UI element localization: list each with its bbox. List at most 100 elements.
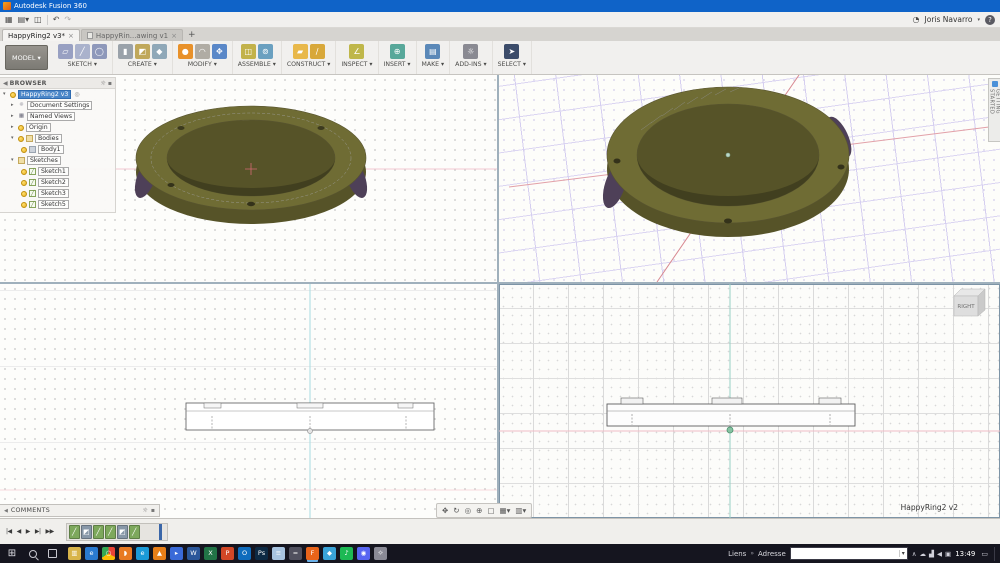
gear-icon[interactable]: ☼ <box>143 507 148 514</box>
visibility-bulb-icon[interactable] <box>21 201 27 208</box>
show-desktop-button[interactable] <box>994 546 997 561</box>
tray-chevron-up-icon[interactable]: ∧ <box>912 550 917 558</box>
file-menu-icon[interactable]: ▤▾ <box>18 15 30 24</box>
step-forward-button[interactable]: ▶| <box>33 528 43 535</box>
ribbon-group-label[interactable]: MAKE ▾ <box>422 61 445 68</box>
line-tool-icon[interactable]: ╱ <box>74 44 90 59</box>
joint-icon[interactable]: ⊚ <box>257 44 273 59</box>
orbit-icon[interactable]: ↻ <box>451 506 461 515</box>
input-indicator-icon[interactable]: ▣ <box>945 550 951 558</box>
task-view-icon[interactable] <box>48 549 57 558</box>
visibility-bulb-icon[interactable] <box>21 179 27 186</box>
ribbon-group-label[interactable]: CREATE ▾ <box>128 61 157 68</box>
spotify-icon[interactable]: ♪ <box>340 547 353 560</box>
ribbon-group-label[interactable]: INSERT ▾ <box>384 61 411 68</box>
viewport-bottom-left[interactable] <box>0 284 497 518</box>
links-chevron-icon[interactable]: » <box>750 550 754 557</box>
workspace-selector[interactable]: MODEL ▾ <box>5 45 48 70</box>
internet-explorer-icon[interactable]: e <box>85 547 98 560</box>
timeline-track[interactable]: ╱ ◩ ╱ ╱ ◩ ╱ <box>65 522 168 541</box>
browser-item-body1[interactable]: Body1 <box>0 144 115 155</box>
browser-item-origin[interactable]: ▸ Origin <box>0 122 115 133</box>
fit-icon[interactable]: ▢ <box>485 506 496 515</box>
expand-arrow-icon[interactable]: ▾ <box>11 158 16 163</box>
close-tab-icon[interactable]: × <box>68 32 74 40</box>
fusion360-icon[interactable]: F <box>306 547 319 560</box>
save-icon[interactable]: ◫ <box>34 15 42 24</box>
look-at-icon[interactable]: ◎ <box>463 506 474 515</box>
pin-icon[interactable]: ▪ <box>108 80 112 87</box>
viewport-vertical-divider[interactable] <box>497 75 499 518</box>
browser-item-named-views[interactable]: ▸ ▦ Named Views <box>0 111 115 122</box>
onedrive-icon[interactable]: ☁ <box>920 550 927 558</box>
viewport-bottom-right[interactable]: RIGHT HappyRing2 v2 <box>499 284 1000 518</box>
help-icon[interactable]: ? <box>985 14 995 25</box>
collapse-panel-icon[interactable]: ◀ <box>4 508 8 514</box>
sketch3-feature-icon[interactable]: ╱ <box>104 524 116 539</box>
visibility-bulb-icon[interactable] <box>10 91 16 98</box>
revolve-icon[interactable]: ◆ <box>151 44 167 59</box>
edge-icon[interactable]: e <box>136 547 149 560</box>
photoshop-icon[interactable]: Ps <box>255 547 268 560</box>
visibility-bulb-icon[interactable] <box>21 146 27 153</box>
ribbon-group-label[interactable]: ADD-INS ▾ <box>455 61 486 68</box>
expand-arrow-icon[interactable]: ▸ <box>11 125 16 130</box>
file-explorer-icon[interactable]: ▥ <box>68 547 81 560</box>
undo-icon[interactable]: ↶ <box>53 15 60 24</box>
powerpoint-icon[interactable]: P <box>221 547 234 560</box>
step-back-button[interactable]: ◀ <box>15 528 23 535</box>
firefox-icon[interactable]: ◗ <box>119 547 132 560</box>
viewport-layout-icon[interactable]: ▥▾ <box>513 506 528 515</box>
extrude2-feature-icon[interactable]: ◩ <box>116 524 128 539</box>
construction-axis-icon[interactable]: ∕ <box>309 44 325 59</box>
user-menu-caret-icon[interactable]: ▾ <box>977 17 980 23</box>
print-3d-icon[interactable]: ▤ <box>425 44 441 59</box>
circle-tool-icon[interactable]: ◯ <box>91 44 107 59</box>
getting-started-tab[interactable]: GETTING STARTED <box>988 78 1000 142</box>
volume-icon[interactable]: ◀ <box>937 550 942 558</box>
create-sketch-icon[interactable]: ▱ <box>57 44 73 59</box>
chrome-icon[interactable]: ○ <box>102 547 115 560</box>
links-toolbar-label[interactable]: Liens <box>728 550 746 558</box>
address-dropdown-icon[interactable]: ▾ <box>898 550 907 557</box>
browser-item-sketch2[interactable]: ╱ Sketch2 <box>0 177 115 188</box>
clock-icon[interactable]: ◔ <box>913 15 920 24</box>
scripts-addins-icon[interactable]: ☼ <box>463 44 479 59</box>
slicer-icon[interactable]: ◆ <box>323 547 336 560</box>
browser-item-sketch3[interactable]: ╱ Sketch3 <box>0 188 115 199</box>
new-tab-button[interactable]: + <box>184 29 200 41</box>
sketch1-feature-icon[interactable]: ╱ <box>68 524 80 539</box>
extrude-icon[interactable]: ◩ <box>134 44 150 59</box>
network-icon[interactable]: ▟ <box>929 550 934 558</box>
discord-icon[interactable]: ◉ <box>357 547 370 560</box>
pin-icon[interactable]: ▪ <box>151 507 155 514</box>
play-button[interactable]: ▶ <box>24 528 32 535</box>
media-player-icon[interactable]: ▸ <box>170 547 183 560</box>
notepad-icon[interactable]: ≡ <box>272 547 285 560</box>
ribbon-group-label[interactable]: CONSTRUCT ▾ <box>287 61 331 68</box>
visibility-bulb-icon[interactable] <box>21 168 27 175</box>
outlook-icon[interactable]: O <box>238 547 251 560</box>
sketch5-feature-icon[interactable]: ╱ <box>128 524 140 539</box>
expand-arrow-icon[interactable]: ▾ <box>11 136 16 141</box>
tab-happyring2-v3[interactable]: HappyRing2 v3* × <box>2 29 80 41</box>
fillet-icon[interactable]: ◠ <box>194 44 210 59</box>
start-button[interactable]: ⊞ <box>3 548 21 559</box>
tab-happyring-drawing[interactable]: HappyRin...awing v1 × <box>80 29 183 41</box>
ribbon-group-label[interactable]: SKETCH ▾ <box>68 61 97 68</box>
pan-icon[interactable]: ✥ <box>440 506 450 515</box>
view-cube[interactable]: RIGHT <box>953 288 986 317</box>
redo-icon[interactable]: ↷ <box>64 15 71 24</box>
browser-item-sketch1[interactable]: ╱ Sketch1 <box>0 166 115 177</box>
browser-item-document-settings[interactable]: ▸ ☼ Document Settings <box>0 100 115 111</box>
browser-root-item[interactable]: ▾ HappyRing2 v3 ◎ <box>0 89 115 100</box>
timeline-position-marker[interactable] <box>158 523 162 540</box>
visibility-bulb-icon[interactable] <box>18 135 24 142</box>
visibility-bulb-icon[interactable] <box>21 190 27 197</box>
user-menu[interactable]: Joris Navarro <box>925 15 973 24</box>
ribbon-group-label[interactable]: ASSEMBLE ▾ <box>238 61 276 68</box>
zoom-icon[interactable]: ⊕ <box>474 506 484 515</box>
calculator-icon[interactable]: = <box>289 547 302 560</box>
go-to-start-button[interactable]: |◀ <box>4 528 14 535</box>
app-grid-icon[interactable]: ▦ <box>5 15 13 24</box>
